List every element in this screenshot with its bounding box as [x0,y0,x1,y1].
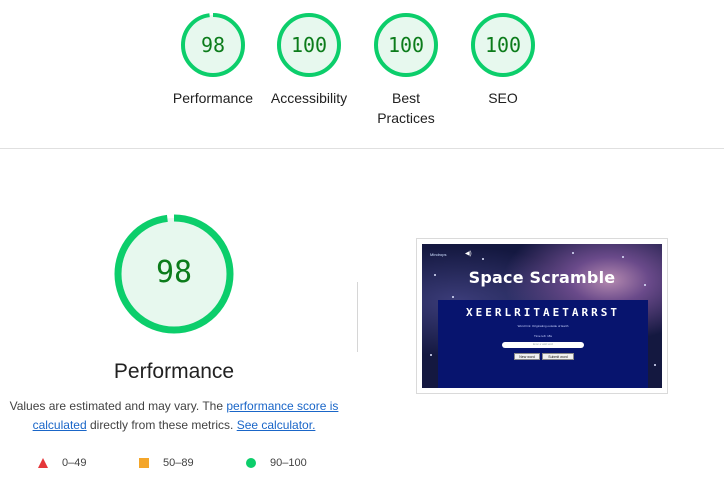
scrambled-word: XEERLRITAETARRST [466,306,620,319]
screenshot-game-card: XEERLRITAETARRST Word hint: Originating … [438,300,648,388]
see-calculator-link[interactable]: See calculator. [237,418,316,432]
gauge-seo[interactable]: 100 SEO [458,12,548,108]
gauge-label: SEO [488,90,518,106]
time-left: Time left: 18s [534,334,552,338]
word-input: Enter a valid word [502,342,584,348]
desc-middle: directly from these metrics. [86,418,237,432]
pass-circle-icon [246,458,256,468]
fail-triangle-icon [38,458,48,468]
screenshot-image: Mindrops ◀) Space Scramble XEERLRITAETAR… [422,244,662,388]
gauge-score: 98 [200,33,226,57]
gauge-label: Accessibility [270,90,348,106]
gauge-label: Best Practices [377,90,435,126]
word-hint: Word hint: Originating outside of Earth [517,324,569,328]
category-gauges: 98 Performance 100 Accessibility 100 Bes… [0,0,724,148]
screenshot-brand: Mindrops [430,252,447,257]
submit-word-button: Submit word [542,353,574,360]
gauge-score: 100 [387,33,425,57]
average-square-icon [139,458,149,468]
new-word-button: New word [514,353,540,360]
desc-prefix: Values are estimated and may vary. The [9,399,227,413]
section-divider [0,148,724,149]
gauge-score: 98 [155,255,193,290]
final-screenshot[interactable]: Mindrops ◀) Space Scramble XEERLRITAETAR… [416,238,668,394]
screenshot-game-title: Space Scramble [468,268,616,287]
vertical-divider [357,282,358,352]
score-description: Values are estimated and may vary. The p… [8,397,340,435]
gauge-performance[interactable]: 98 Performance [168,12,258,108]
speaker-icon: ◀) [465,251,472,257]
gauge-score: 100 [484,33,522,57]
gauge-label: Performance [172,90,254,106]
legend-range: 50–89 [163,457,194,469]
performance-gauge-large: 98 [112,212,236,336]
gauge-accessibility[interactable]: 100 Accessibility [264,12,354,108]
gauge-best-practices[interactable]: 100 Best Practices [361,12,451,128]
performance-title: Performance [113,360,235,383]
score-legend: 0–49 50–89 90–100 [0,455,350,471]
gauge-score: 100 [290,33,328,57]
legend-range: 90–100 [270,457,307,469]
legend-range: 0–49 [62,457,87,469]
